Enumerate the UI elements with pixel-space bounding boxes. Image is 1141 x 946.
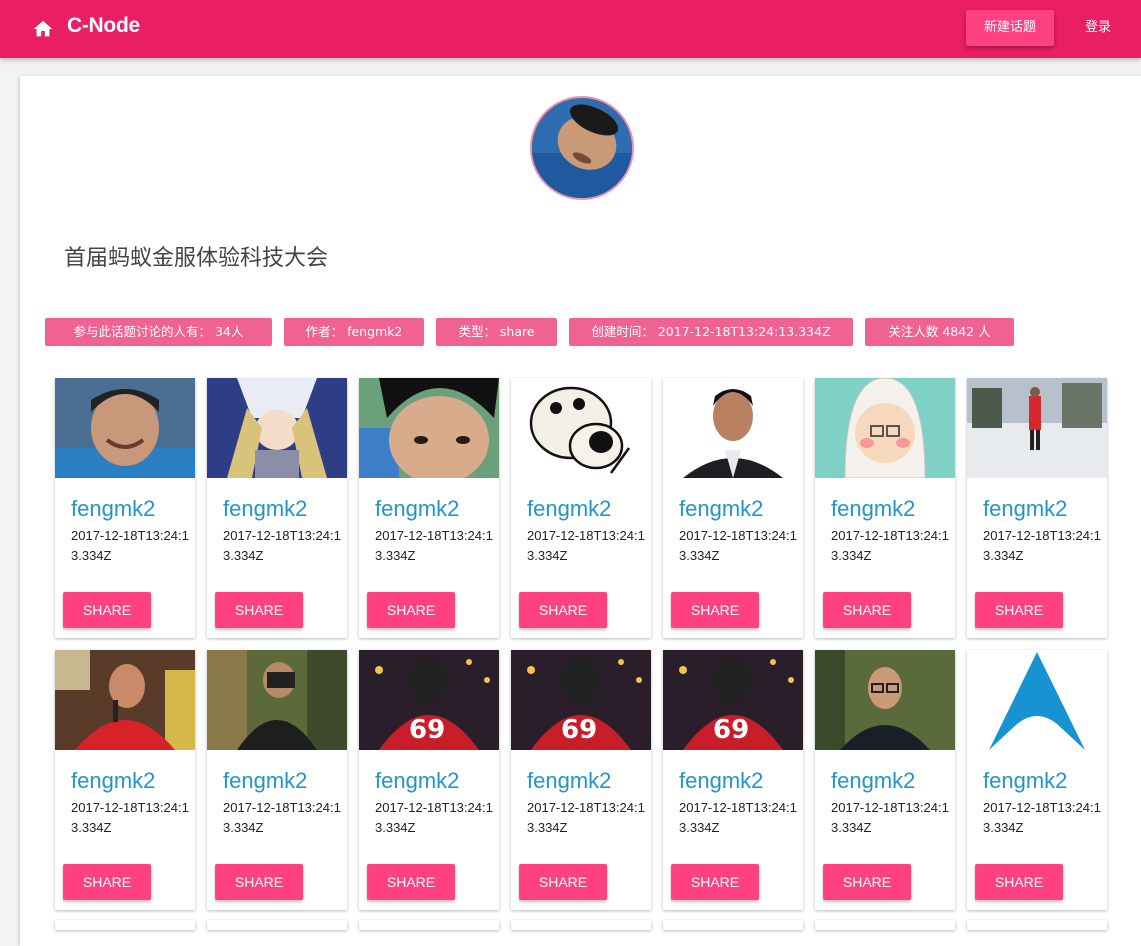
user-card: fengmk2 2017-12-18T13:24:13.334Z SHARE: [663, 650, 803, 910]
username-link[interactable]: fengmk2: [679, 768, 763, 794]
user-card: fengmk2 2017-12-18T13:24:13.334Z SHARE: [967, 378, 1107, 638]
username-link[interactable]: fengmk2: [679, 496, 763, 522]
share-button[interactable]: SHARE: [823, 864, 911, 900]
username-link[interactable]: fengmk2: [223, 768, 307, 794]
user-date: 2017-12-18T13:24:13.334Z: [679, 800, 797, 835]
username-link[interactable]: fengmk2: [831, 496, 915, 522]
username-link[interactable]: fengmk2: [527, 768, 611, 794]
user-photo: [359, 378, 499, 478]
share-button[interactable]: SHARE: [975, 592, 1063, 628]
user-card: fengmk2 2017-12-18T13:24:13.334Z SHARE: [511, 650, 651, 910]
author-chip: 作者： fengmk2: [284, 318, 424, 346]
login-button[interactable]: 登录: [1072, 10, 1124, 46]
user-photo: [55, 650, 195, 750]
user-card: fengmk2 2017-12-18T13:24:13.334Z SHARE: [207, 650, 347, 910]
user-photo: [663, 650, 803, 750]
share-button[interactable]: SHARE: [975, 864, 1063, 900]
username-link[interactable]: fengmk2: [223, 496, 307, 522]
username-link[interactable]: fengmk2: [983, 496, 1067, 522]
followers-chip: 关注人数 4842 人: [865, 318, 1014, 346]
share-button[interactable]: SHARE: [367, 864, 455, 900]
partial-card: [663, 920, 803, 930]
user-card: fengmk2 2017-12-18T13:24:13.334Z SHARE: [815, 378, 955, 638]
partial-card: [359, 920, 499, 930]
new-topic-button[interactable]: 新建话题: [966, 10, 1054, 46]
user-date: 2017-12-18T13:24:13.334Z: [983, 800, 1101, 835]
share-button[interactable]: SHARE: [367, 592, 455, 628]
username-link[interactable]: fengmk2: [71, 768, 155, 794]
user-card: fengmk2 2017-12-18T13:24:13.334Z SHARE: [663, 378, 803, 638]
user-photo: [967, 378, 1107, 478]
user-photo: [511, 378, 651, 478]
username-link[interactable]: fengmk2: [375, 768, 459, 794]
user-card: fengmk2 2017-12-18T13:24:13.334Z SHARE: [55, 650, 195, 910]
user-date: 2017-12-18T13:24:13.334Z: [983, 528, 1101, 563]
topic-title: 首届蚂蚁金服体验科技大会: [64, 246, 329, 271]
user-date: 2017-12-18T13:24:13.334Z: [223, 528, 341, 563]
partial-card: [967, 920, 1107, 930]
user-card: fengmk2 2017-12-18T13:24:13.334Z SHARE: [511, 378, 651, 638]
share-button[interactable]: SHARE: [671, 864, 759, 900]
user-card: fengmk2 2017-12-18T13:24:13.334Z SHARE: [815, 650, 955, 910]
user-date: 2017-12-18T13:24:13.334Z: [527, 800, 645, 835]
user-photo: [55, 378, 195, 478]
username-link[interactable]: fengmk2: [527, 496, 611, 522]
user-date: 2017-12-18T13:24:13.334Z: [831, 800, 949, 835]
partial-card: [511, 920, 651, 930]
user-photo: [207, 650, 347, 750]
share-button[interactable]: SHARE: [215, 864, 303, 900]
share-button[interactable]: SHARE: [671, 592, 759, 628]
user-photo: [967, 650, 1107, 750]
user-photo: [815, 378, 955, 478]
user-date: 2017-12-18T13:24:13.334Z: [679, 528, 797, 563]
share-button[interactable]: SHARE: [63, 592, 151, 628]
user-date: 2017-12-18T13:24:13.334Z: [71, 528, 189, 563]
user-date: 2017-12-18T13:24:13.334Z: [527, 528, 645, 563]
user-date: 2017-12-18T13:24:13.334Z: [71, 800, 189, 835]
user-card: fengmk2 2017-12-18T13:24:13.334Z SHARE: [967, 650, 1107, 910]
user-date: 2017-12-18T13:24:13.334Z: [375, 800, 493, 835]
username-link[interactable]: fengmk2: [375, 496, 459, 522]
share-button[interactable]: SHARE: [63, 864, 151, 900]
user-card: fengmk2 2017-12-18T13:24:13.334Z SHARE: [359, 650, 499, 910]
username-link[interactable]: fengmk2: [71, 496, 155, 522]
share-button[interactable]: SHARE: [519, 864, 607, 900]
user-date: 2017-12-18T13:24:13.334Z: [223, 800, 341, 835]
share-button[interactable]: SHARE: [519, 592, 607, 628]
username-link[interactable]: fengmk2: [983, 768, 1067, 794]
partial-card: [55, 920, 195, 930]
user-photo: [359, 650, 499, 750]
user-card: fengmk2 2017-12-18T13:24:13.334Z SHARE: [207, 378, 347, 638]
type-chip: 类型： share: [436, 318, 557, 346]
user-photo: [663, 378, 803, 478]
app-bar: C-Node 新建话题 登录: [0, 0, 1141, 58]
user-photo: [207, 378, 347, 478]
username-link[interactable]: fengmk2: [831, 768, 915, 794]
user-card: fengmk2 2017-12-18T13:24:13.334Z SHARE: [359, 378, 499, 638]
participants-chip: 参与此话题讨论的人有： 34人: [45, 318, 272, 346]
app-title[interactable]: C-Node: [67, 14, 140, 38]
created-time-chip: 创建时间： 2017-12-18T13:24:13.334Z: [569, 318, 853, 346]
partial-card: [207, 920, 347, 930]
author-avatar: [530, 96, 634, 200]
user-date: 2017-12-18T13:24:13.334Z: [375, 528, 493, 563]
user-date: 2017-12-18T13:24:13.334Z: [831, 528, 949, 563]
share-button[interactable]: SHARE: [215, 592, 303, 628]
user-photo: [511, 650, 651, 750]
home-icon[interactable]: [30, 16, 56, 42]
user-photo: [815, 650, 955, 750]
share-button[interactable]: SHARE: [823, 592, 911, 628]
user-card: fengmk2 2017-12-18T13:24:13.334Z SHARE: [55, 378, 195, 638]
partial-card: [815, 920, 955, 930]
